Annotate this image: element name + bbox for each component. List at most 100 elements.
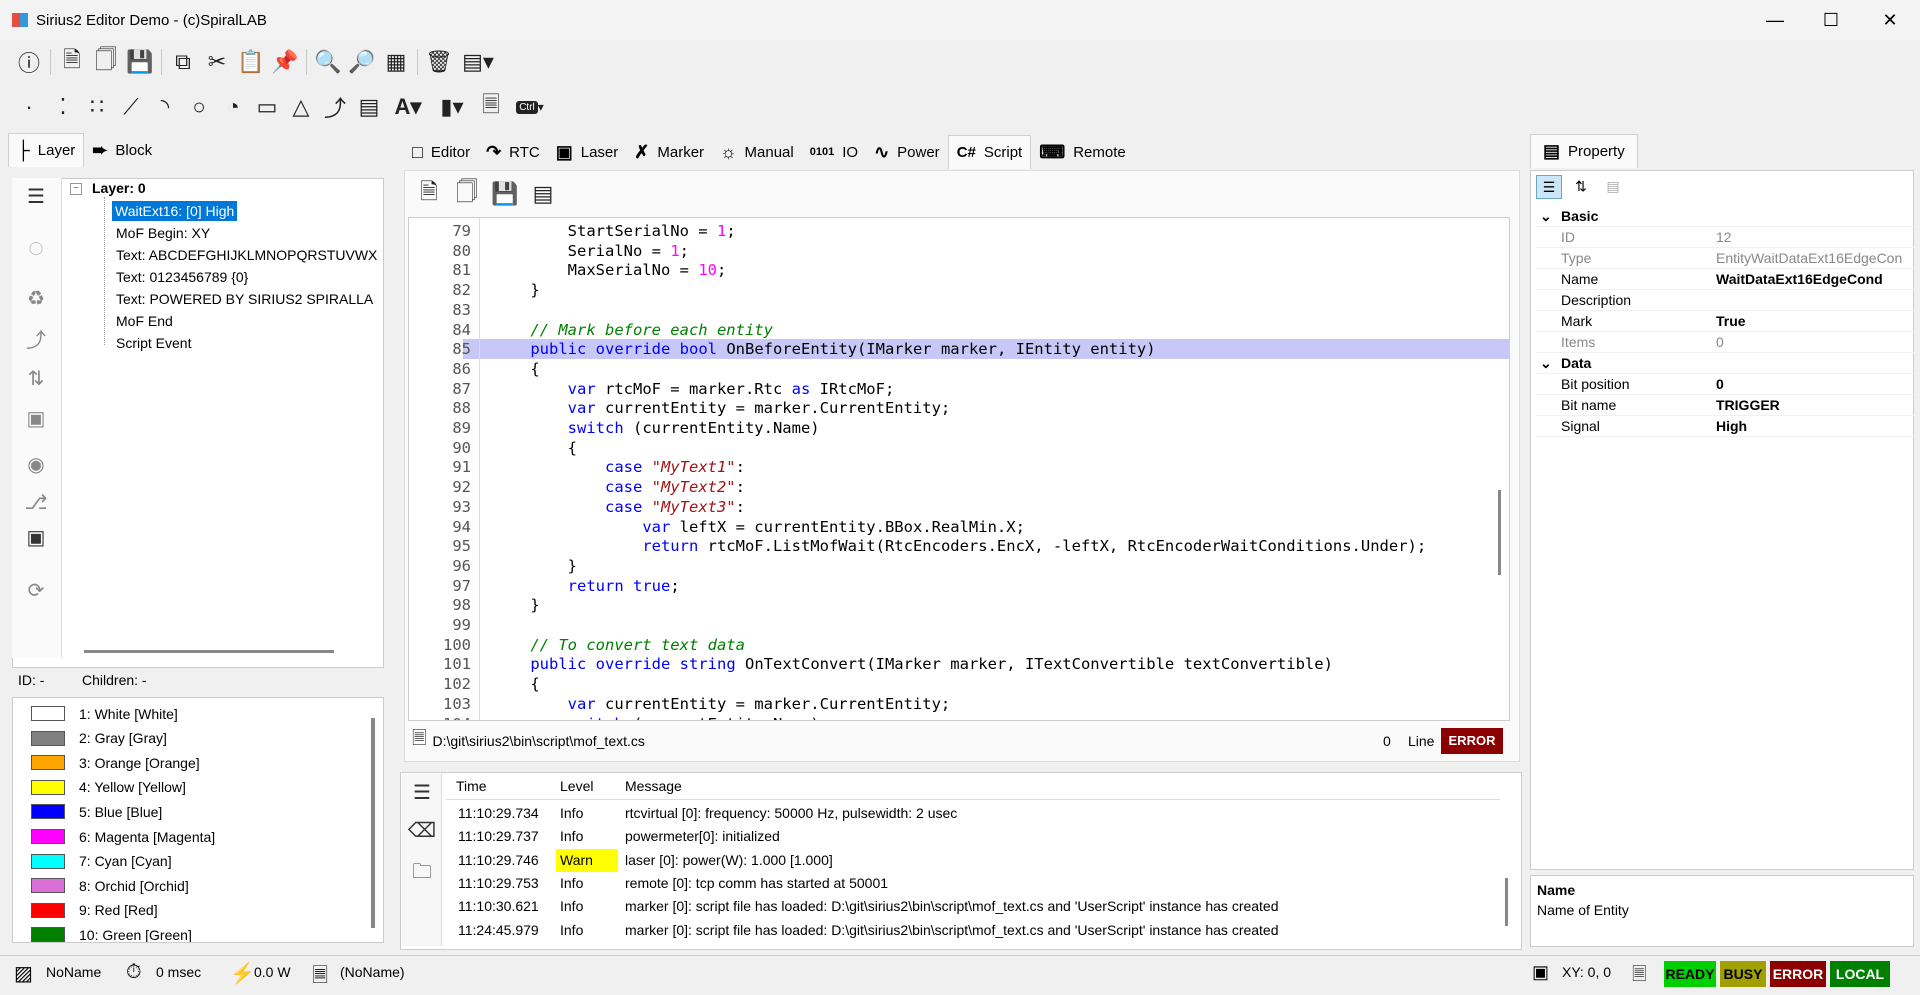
file-import-icon[interactable]: 🗏 — [474, 90, 508, 124]
hatch-icon[interactable]: ⎇ — [22, 488, 50, 516]
path-icon[interactable]: ⤴ — [22, 324, 50, 352]
pen-item[interactable]: 8: Orchid [Orchid] — [31, 874, 189, 897]
categorized-icon[interactable]: ☰ — [1536, 175, 1562, 199]
col-message[interactable]: Message — [625, 778, 682, 794]
text-icon[interactable]: A▾ — [386, 90, 430, 124]
copy-icon[interactable]: ⧉ — [166, 45, 200, 79]
tab-layer[interactable]: ├ Layer — [8, 133, 85, 167]
property-value[interactable]: EntityWaitDataExt16EdgeCon — [1716, 248, 1916, 269]
property-section[interactable]: ⌄ Data — [1536, 353, 1914, 374]
tree-item-text-powered[interactable]: Text: POWERED BY SIRIUS2 SPIRALLA — [116, 289, 384, 309]
property-value[interactable]: 0 — [1716, 332, 1916, 353]
maximize-button[interactable]: ☐ — [1803, 0, 1859, 40]
property-row[interactable]: Bit position 0 — [1536, 374, 1914, 395]
tab-editor[interactable]: □ Editor — [404, 135, 478, 169]
line-icon[interactable]: ⟋ — [114, 90, 148, 124]
rectangle-icon[interactable]: ▭ — [250, 90, 284, 124]
zoom-out-icon[interactable]: 🔍 — [311, 45, 345, 79]
tree-item-mof-begin[interactable]: MoF Begin: XY — [116, 223, 210, 243]
pen-scrollbar[interactable] — [371, 718, 375, 928]
property-value[interactable]: High — [1716, 416, 1916, 437]
tab-manual[interactable]: ☼ Manual — [712, 135, 802, 169]
tree-item-script-event[interactable]: Script Event — [116, 333, 191, 353]
property-value[interactable]: 12 — [1716, 227, 1916, 248]
property-row[interactable]: ID 12 — [1536, 227, 1914, 248]
log-list-icon[interactable]: ☰ — [408, 778, 436, 806]
pen-item[interactable]: 2: Gray [Gray] — [31, 727, 167, 750]
pen-item[interactable]: 3: Orange [Orange] — [31, 751, 200, 774]
property-value[interactable]: 0 — [1716, 374, 1916, 395]
spiral-icon[interactable]: ⤴ — [318, 90, 352, 124]
error-badge[interactable]: ERROR — [1441, 728, 1503, 754]
raster-icon[interactable]: ∷ — [80, 90, 114, 124]
tree-item-text-alpha[interactable]: Text: ABCDEFGHIJKLMNOPQRSTUVWX — [116, 245, 384, 265]
folder-icon[interactable]: 🗀 — [408, 860, 436, 888]
tab-io[interactable]: 0101 IO — [802, 135, 866, 169]
tab-power[interactable]: ∿ Power — [866, 135, 948, 169]
arc-icon[interactable]: ◝ — [148, 90, 182, 124]
paste-icon[interactable]: 📋 — [234, 45, 268, 79]
new-document-icon[interactable]: 🗎 — [55, 45, 89, 79]
point-icon[interactable]: · — [12, 90, 46, 124]
col-level[interactable]: Level — [560, 778, 593, 794]
pen-item[interactable]: 10: Green [Green] — [31, 923, 192, 942]
tab-property[interactable]: ▤ Property — [1530, 134, 1638, 168]
property-row[interactable]: Bit name TRIGGER — [1536, 395, 1914, 416]
log-scrollbar[interactable] — [1505, 878, 1508, 926]
tree-item-wait[interactable]: WaitExt16: [0] High — [112, 201, 238, 221]
bounding-box-icon[interactable]: ▣ — [22, 523, 50, 551]
cut-icon[interactable]: ✂ — [200, 45, 234, 79]
property-value[interactable]: True — [1716, 311, 1916, 332]
pen-item[interactable]: 5: Blue [Blue] — [31, 800, 162, 823]
tab-block[interactable]: ➨ Block — [84, 133, 160, 167]
trepan-icon[interactable]: ◔ — [216, 90, 250, 124]
info-icon[interactable]: ⓘ — [12, 45, 46, 79]
property-section[interactable]: ⌄ Basic — [1536, 206, 1914, 227]
zoom-in-icon[interactable]: 🔎 — [345, 45, 379, 79]
tab-remote[interactable]: ⌨ Remote — [1031, 135, 1134, 169]
open-script-icon[interactable]: 🗍 — [450, 177, 484, 211]
collapse-icon[interactable]: − — [70, 183, 82, 195]
property-value[interactable]: WaitDataExt16EdgeCond — [1716, 269, 1916, 290]
property-value[interactable]: TRIGGER — [1716, 395, 1916, 416]
rotate-icon[interactable]: ⟳ — [22, 576, 50, 604]
minimize-button[interactable]: — — [1747, 0, 1803, 40]
pen-item[interactable]: 6: Magenta [Magenta] — [31, 825, 215, 848]
alphabetical-icon[interactable]: ⇅ — [1568, 175, 1594, 199]
code-scrollbar[interactable] — [1498, 490, 1501, 575]
close-button[interactable]: ✕ — [1862, 0, 1918, 40]
collapse-chevron-icon[interactable]: ⌄ — [1540, 353, 1552, 374]
col-time[interactable]: Time — [456, 778, 487, 794]
pen-item[interactable]: 9: Red [Red] — [31, 899, 158, 922]
ctrl-dropdown-icon[interactable]: Ctrl ▾ — [508, 90, 552, 124]
property-row[interactable]: Items 0 — [1536, 332, 1914, 353]
delete-icon[interactable]: 🗑 — [422, 45, 456, 79]
code-editor[interactable]: 79 StartSerialNo = 1; 80 SerialNo = 1; 81 … — [408, 217, 1510, 721]
property-row[interactable]: Signal High — [1536, 416, 1914, 437]
new-script-icon[interactable]: 🗎 — [412, 177, 446, 211]
tab-laser[interactable]: ▣ Laser — [548, 135, 627, 169]
save-script-icon[interactable]: 💾 — [488, 177, 522, 211]
circle-icon[interactable]: ○ — [182, 90, 216, 124]
compile-icon[interactable]: ▤ — [526, 177, 560, 211]
property-row[interactable]: Type EntityWaitDataExt16EdgeCon — [1536, 248, 1914, 269]
property-row[interactable]: Mark True — [1536, 311, 1914, 332]
explode-icon[interactable]: ▣ — [22, 404, 50, 432]
property-row[interactable]: Description — [1536, 290, 1914, 311]
align-dropdown-icon[interactable]: ▤▾ — [456, 45, 500, 79]
pen-item[interactable]: 7: Cyan [Cyan] — [31, 850, 172, 873]
paste-array-icon[interactable]: 📌 — [268, 45, 302, 79]
pen-item[interactable]: 1: White [White] — [31, 702, 178, 725]
points-icon[interactable]: ⁚ — [46, 90, 80, 124]
tree-item-mof-end[interactable]: MoF End — [116, 311, 173, 331]
image-icon[interactable]: ▤ — [352, 90, 386, 124]
tree-item-text-num[interactable]: Text: 0123456789 {0} — [116, 267, 248, 287]
collapse-chevron-icon[interactable]: ⌄ — [1540, 206, 1552, 227]
triangle-icon[interactable]: △ — [284, 90, 318, 124]
sort-icon[interactable]: ⇅ — [22, 364, 50, 392]
save-icon[interactable]: 💾 — [123, 45, 157, 79]
pen-item[interactable]: 4: Yellow [Yellow] — [31, 776, 186, 799]
property-pages-icon[interactable]: ▤ — [1600, 175, 1626, 199]
paint-bucket-icon[interactable]: ♻ — [22, 284, 50, 312]
3d-icon[interactable]: ◯ — [22, 234, 50, 262]
